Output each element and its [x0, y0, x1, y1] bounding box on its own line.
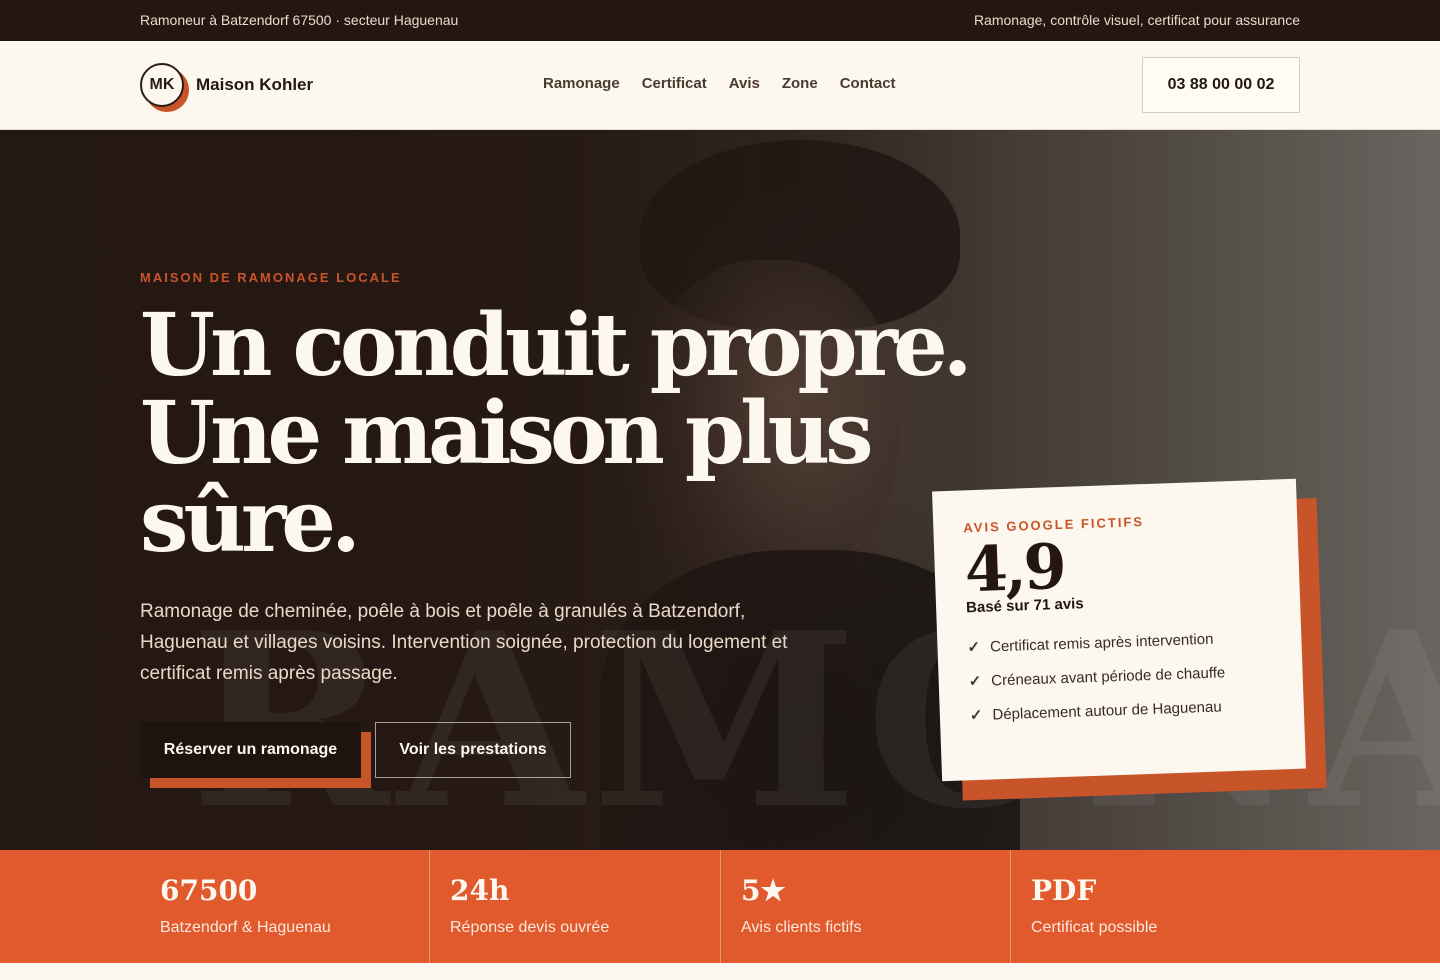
topbar-services-text: Ramonage, contrôle visuel, certificat po… — [973, 12, 1300, 28]
review-card: AVIS GOOGLE FICTIFS 4,9 Basé sur 71 avis… — [932, 478, 1306, 782]
list-item: ✓ Certificat remis après intervention — [967, 628, 1271, 657]
check-icon: ✓ — [968, 672, 982, 691]
check-icon: ✓ — [969, 706, 983, 725]
hero-lead: Ramonage de cheminée, poêle à bois et po… — [140, 601, 788, 684]
hero-section: RAMONAGE MAISON DE RAMONAGE LOCALE Un co… — [0, 130, 1440, 850]
phone-button[interactable]: 03 88 00 00 02 — [1142, 57, 1300, 113]
stat-value: PDF — [1031, 874, 1097, 907]
headline-line-1: Un conduit propre. — [140, 295, 973, 396]
topbar-location-text: Ramoneur à Batzendorf 67500 · secteur Ha… — [140, 12, 459, 28]
view-services-button[interactable]: Voir les prestations — [375, 722, 571, 778]
top-info-bar: Ramoneur à Batzendorf 67500 · secteur Ha… — [0, 0, 1440, 41]
stat-label: Certificat possible — [1031, 919, 1158, 936]
nav-item-zone[interactable]: Zone — [782, 75, 818, 92]
headline-line-3: sûre. — [140, 471, 361, 572]
review-card-wrapper: AVIS GOOGLE FICTIFS 4,9 Basé sur 71 avis… — [932, 478, 1327, 801]
list-item: ✓ Créneaux avant période de chauffe — [968, 662, 1272, 691]
stat-value: 67500 — [160, 874, 258, 907]
primary-cta-wrapper: Réserver un ramonage — [140, 722, 371, 788]
book-sweeping-button[interactable]: Réserver un ramonage — [140, 722, 361, 778]
main-nav: Ramonage Certificat Avis Zone Contact — [543, 75, 896, 92]
stats-band: 67500 Batzendorf & Haguenau 24h Réponse … — [0, 850, 1440, 963]
benefit-text: Créneaux avant période de chauffe — [990, 664, 1226, 690]
stat-label: Avis clients fictifs — [741, 919, 862, 936]
site-header: MK Maison Kohler Ramonage Certificat Avi… — [0, 41, 1440, 130]
list-item: ✓ Déplacement autour de Haguenau — [969, 696, 1274, 725]
benefit-text: Certificat remis après intervention — [989, 630, 1214, 656]
logo-initials: MK — [140, 63, 184, 107]
stat-value: 24h — [450, 874, 510, 907]
nav-item-contact[interactable]: Contact — [840, 75, 896, 92]
stat-label: Réponse devis ouvrée — [450, 919, 610, 936]
brand-name: Maison Kohler — [196, 75, 314, 94]
stat-postcode: 67500 Batzendorf & Haguenau — [0, 850, 430, 963]
benefit-text: Déplacement autour de Haguenau — [992, 698, 1222, 724]
check-icon: ✓ — [967, 638, 981, 657]
logo-mark: MK — [140, 63, 189, 112]
nav-item-ramonage[interactable]: Ramonage — [543, 75, 620, 92]
headline-line-2: Une maison plus — [140, 383, 874, 484]
stat-rating: 5★ Avis clients fictifs — [721, 850, 1011, 963]
stat-value: 5★ — [741, 874, 786, 907]
nav-item-avis[interactable]: Avis — [729, 75, 760, 92]
hero-headline: Un conduit propre. Une maison plus sûre. — [140, 295, 973, 572]
stat-response-time: 24h Réponse devis ouvrée — [430, 850, 721, 963]
hero-eyebrow: MAISON DE RAMONAGE LOCALE — [140, 270, 402, 285]
review-benefits-list: ✓ Certificat remis après intervention ✓ Cr… — [967, 628, 1274, 725]
stat-label: Batzendorf & Haguenau — [160, 919, 331, 936]
stat-certificate: PDF Certificat possible — [1011, 850, 1440, 963]
nav-item-certificat[interactable]: Certificat — [642, 75, 707, 92]
